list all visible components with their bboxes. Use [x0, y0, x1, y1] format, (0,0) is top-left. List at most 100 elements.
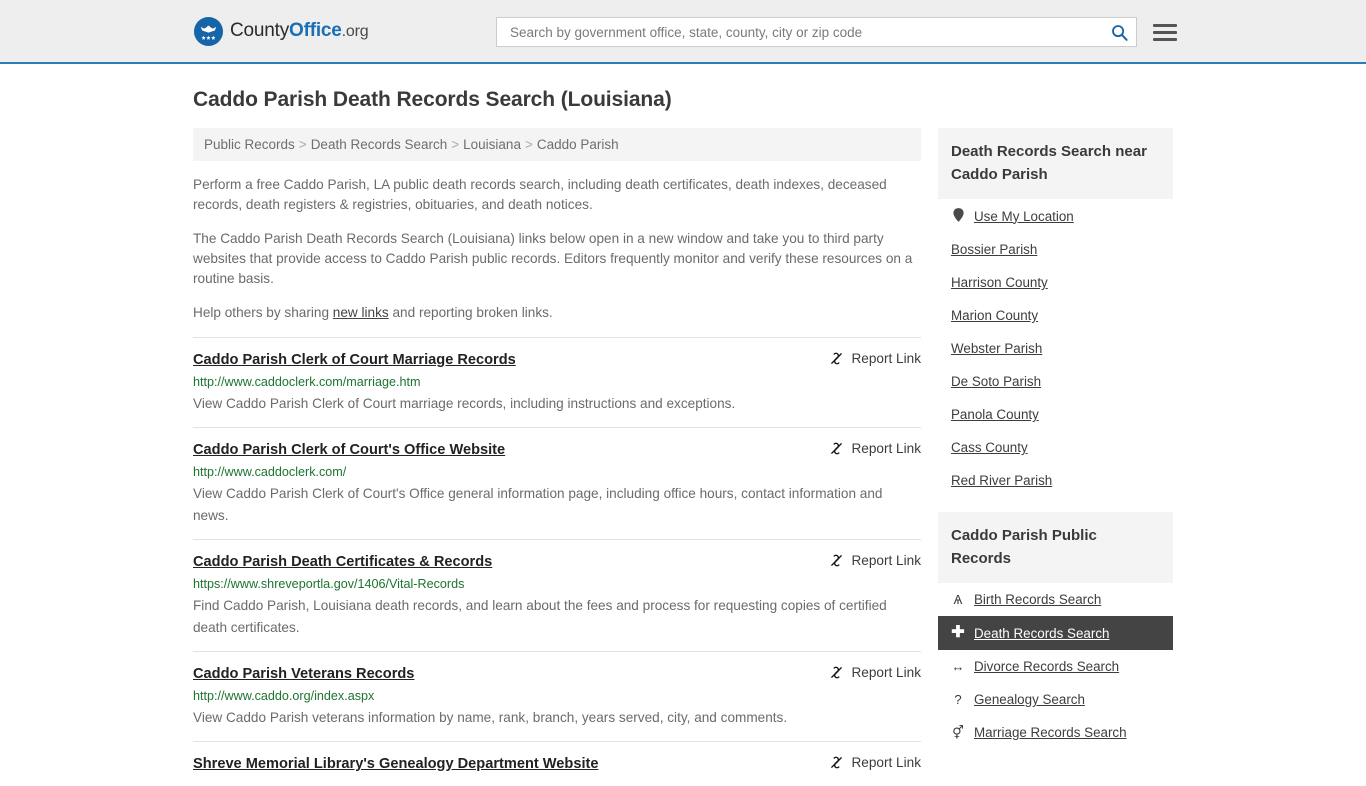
eagle-seal-icon — [193, 16, 224, 47]
main-column: Public Records > Death Records Search > Loui… — [193, 128, 921, 786]
new-links-link[interactable]: new links — [333, 305, 389, 320]
breadcrumb-separator: > — [298, 137, 307, 152]
search-icon[interactable] — [1111, 24, 1128, 41]
intro-text: Perform a free Caddo Parish, LA public d… — [193, 175, 921, 323]
sidebar-item-label[interactable]: Birth Records Search — [974, 592, 1101, 607]
list-item: Webster Parish — [938, 332, 1173, 365]
site-logo[interactable]: CountyOffice.org — [193, 16, 369, 47]
sidebar-item-label[interactable]: Harrison County — [951, 275, 1048, 290]
list-item: Use My Location — [938, 199, 1173, 233]
report-link-button[interactable]: Report Link — [829, 553, 921, 568]
hamburger-bar — [1153, 23, 1177, 27]
sidebar-item-harrison-county[interactable]: Harrison County — [938, 266, 1173, 299]
split-arrows-icon: ↔ — [951, 659, 965, 674]
sidebar-item-panola-county[interactable]: Panola County — [938, 398, 1173, 431]
result-header: Caddo Parish Death Certificates & Record… — [193, 553, 921, 572]
search-input[interactable] — [508, 23, 1111, 41]
result-title-link[interactable]: Caddo Parish Death Certificates & Record… — [193, 553, 492, 572]
report-link-label: Report Link — [851, 441, 921, 456]
report-link-label: Report Link — [851, 665, 921, 680]
broken-link-icon — [829, 553, 844, 568]
result-title-link[interactable]: Shreve Memorial Library's Genealogy Depa… — [193, 755, 598, 774]
map-pin-icon — [951, 208, 965, 224]
sidebar: Death Records Search near Caddo Parish U… — [938, 128, 1173, 764]
gender-symbols-icon: ⚥ — [952, 725, 964, 740]
content-columns: Public Records > Death Records Search > Loui… — [193, 128, 1173, 786]
breadcrumb-item-public-records[interactable]: Public Records — [204, 137, 295, 152]
result-description: Find Caddo Parish, Louisiana death recor… — [193, 598, 887, 635]
result-title-link[interactable]: Caddo Parish Clerk of Court's Office Web… — [193, 441, 505, 460]
report-link-button[interactable]: Report Link — [829, 351, 921, 366]
hamburger-bar — [1153, 37, 1177, 41]
list-item: Bossier Parish — [938, 233, 1173, 266]
broken-link-icon — [829, 665, 844, 680]
result-item: Caddo Parish Clerk of Court Marriage Rec… — [193, 337, 921, 427]
result-title-link[interactable]: Caddo Parish Clerk of Court Marriage Rec… — [193, 351, 516, 370]
breadcrumb: Public Records > Death Records Search > Loui… — [193, 128, 921, 161]
sidebar-item-death-records-search[interactable]: ✚ Death Records Search — [938, 616, 1173, 650]
hamburger-menu-icon[interactable] — [1153, 23, 1177, 41]
result-description: View Caddo Parish Clerk of Court's Offic… — [193, 486, 883, 523]
logo-text-county: County — [230, 20, 290, 41]
sidebar-item-label[interactable]: Marion County — [951, 308, 1038, 323]
sidebar-item-cass-county[interactable]: Cass County — [938, 431, 1173, 464]
result-url: http://www.caddo.org/index.aspx — [193, 689, 375, 703]
sidebar-item-label[interactable]: Divorce Records Search — [974, 659, 1119, 674]
breadcrumb-item-caddo-parish[interactable]: Caddo Parish — [537, 137, 619, 152]
result-url: http://www.caddoclerk.com/marriage.htm — [193, 375, 421, 389]
page-body: Caddo Parish Death Records Search (Louis… — [0, 88, 1366, 786]
sidebar-item-bossier-parish[interactable]: Bossier Parish — [938, 233, 1173, 266]
question-mark-icon: ? — [954, 692, 962, 707]
sidebar-item-use-my-location[interactable]: Use My Location — [938, 199, 1173, 233]
sidebar-item-label[interactable]: Use My Location — [974, 209, 1074, 224]
sidebar-item-label[interactable]: Cass County — [951, 440, 1028, 455]
breadcrumb-item-louisiana[interactable]: Louisiana — [463, 137, 521, 152]
sidebar-item-webster-parish[interactable]: Webster Parish — [938, 332, 1173, 365]
result-item: Caddo Parish Clerk of Court's Office Web… — [193, 427, 921, 539]
sidebar-item-label[interactable]: Panola County — [951, 407, 1039, 422]
sidebar-item-red-river-parish[interactable]: Red River Parish — [938, 464, 1173, 497]
sidebar-item-birth-records-search[interactable]: Ѧ Birth Records Search — [938, 583, 1173, 616]
intro-paragraph-2: The Caddo Parish Death Records Search (L… — [193, 231, 913, 286]
list-item: Harrison County — [938, 266, 1173, 299]
sidebar-item-label[interactable]: Webster Parish — [951, 341, 1042, 356]
logo-text-org: .org — [341, 23, 369, 40]
result-title-link[interactable]: Caddo Parish Veterans Records — [193, 665, 414, 684]
sidebar-item-genealogy-search[interactable]: ? Genealogy Search — [938, 683, 1173, 716]
intro-paragraph-3: Help others by sharing new links and rep… — [193, 303, 921, 323]
list-item: Panola County — [938, 398, 1173, 431]
sidebar-item-marion-county[interactable]: Marion County — [938, 299, 1173, 332]
list-item: Ѧ Birth Records Search — [938, 583, 1173, 616]
breadcrumb-item-death-records-search[interactable]: Death Records Search — [311, 137, 448, 152]
sidebar-item-de-soto-parish[interactable]: De Soto Parish — [938, 365, 1173, 398]
search-area — [496, 17, 1177, 47]
search-box[interactable] — [496, 17, 1137, 47]
sidebar-item-label[interactable]: Marriage Records Search — [974, 725, 1127, 740]
result-url: http://www.caddoclerk.com/ — [193, 465, 347, 479]
sidebar-item-label[interactable]: Bossier Parish — [951, 242, 1037, 257]
result-url: https://www.shreveportla.gov/1406/Vital-… — [193, 577, 465, 591]
sidebar-item-divorce-records-search[interactable]: ↔ Divorce Records Search — [938, 650, 1173, 683]
panel-nearby-death-records: Death Records Search near Caddo Parish U… — [938, 128, 1173, 497]
list-item: ↔ Divorce Records Search — [938, 650, 1173, 683]
report-link-button[interactable]: Report Link — [829, 665, 921, 680]
intro-paragraph-1: Perform a free Caddo Parish, LA public d… — [193, 177, 887, 212]
panel-public-records: Caddo Parish Public Records Ѧ Birth Reco… — [938, 512, 1173, 749]
results-list: Caddo Parish Clerk of Court Marriage Rec… — [193, 337, 921, 786]
list-item: Red River Parish — [938, 464, 1173, 497]
result-header: Caddo Parish Clerk of Court's Office Web… — [193, 441, 921, 460]
cross-icon: ✚ — [951, 624, 965, 641]
sidebar-item-label[interactable]: Red River Parish — [951, 473, 1052, 488]
panel-heading: Caddo Parish Public Records — [938, 512, 1173, 583]
list-item: ⚥ Marriage Records Search — [938, 716, 1173, 749]
list-item: Cass County — [938, 431, 1173, 464]
breadcrumb-separator: > — [451, 137, 460, 152]
sidebar-item-label[interactable]: Genealogy Search — [974, 692, 1085, 707]
intro-p3-before: Help others by sharing — [193, 305, 333, 320]
report-link-button[interactable]: Report Link — [829, 441, 921, 456]
result-description: View Caddo Parish veterans information b… — [193, 710, 788, 725]
page-title: Caddo Parish Death Records Search (Louis… — [193, 88, 672, 111]
sidebar-item-label[interactable]: Death Records Search — [974, 626, 1109, 641]
sidebar-item-label[interactable]: De Soto Parish — [951, 374, 1041, 389]
sidebar-item-marriage-records-search[interactable]: ⚥ Marriage Records Search — [938, 716, 1173, 749]
